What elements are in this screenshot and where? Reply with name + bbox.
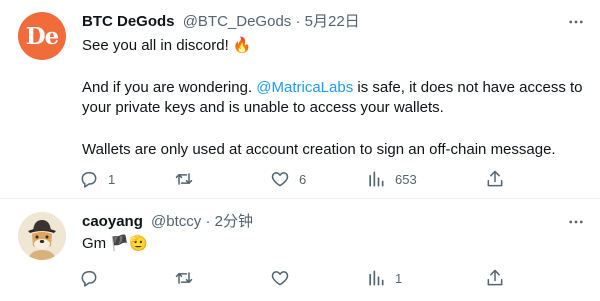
share-icon [478, 263, 512, 293]
retweet-button[interactable] [167, 164, 203, 194]
share-button[interactable] [478, 263, 512, 293]
action-bar: 1 [72, 263, 512, 293]
like-count: 6 [299, 171, 307, 187]
share-button[interactable] [478, 164, 512, 194]
tweet-line-2-pre: And if you are wondering. [82, 79, 257, 96]
tweet-line-2: And if you are wondering. @MatricaLabs i… [82, 78, 584, 118]
reply-icon [72, 164, 106, 194]
like-heart-icon [263, 164, 297, 194]
views-bar-icon [359, 164, 393, 194]
retweet-icon [167, 164, 201, 194]
reply-button[interactable]: 1 [72, 164, 115, 194]
action-bar: 1 6 653 [72, 164, 512, 194]
view-count: 1 [395, 270, 403, 286]
tweet-text: Gm 🏴🫡 [82, 234, 584, 254]
tweet-caoyang[interactable]: caoyang @btccy · 2分钟 Gm 🏴🫡 1 [0, 200, 600, 301]
avatar-logo-text: De [25, 22, 60, 50]
views-bar-icon [359, 263, 393, 293]
more-dots-icon[interactable] [566, 12, 586, 32]
retweet-button[interactable] [167, 263, 203, 293]
tweet-header: BTC DeGods @BTC_DeGods · 5月22日 [82, 12, 360, 32]
view-count: 653 [395, 171, 417, 187]
avatar-btc-degods[interactable]: De [18, 12, 66, 60]
tweet-btc-degods[interactable]: De BTC DeGods @BTC_DeGods · 5月22日 See yo… [0, 0, 600, 199]
reply-icon [72, 263, 106, 293]
separator-dot: · [295, 13, 301, 30]
display-name[interactable]: caoyang [82, 213, 143, 230]
retweet-icon [167, 263, 201, 293]
like-button[interactable] [263, 263, 299, 293]
display-name[interactable]: BTC DeGods [82, 13, 175, 30]
more-dots-icon[interactable] [566, 212, 586, 232]
timestamp[interactable]: 2分钟 [215, 213, 253, 230]
timestamp[interactable]: 5月22日 [305, 13, 360, 30]
user-handle[interactable]: @BTC_DeGods [183, 13, 292, 30]
share-icon [478, 164, 512, 194]
views-button[interactable]: 653 [359, 164, 417, 194]
views-button[interactable]: 1 [359, 263, 402, 293]
tweet-line-3: Wallets are only used at account creatio… [82, 141, 556, 158]
reply-count: 1 [108, 171, 116, 187]
like-heart-icon [263, 263, 297, 293]
tweet-header: caoyang @btccy · 2分钟 [82, 212, 253, 232]
separator-dot: · [205, 213, 211, 230]
user-handle[interactable]: @btccy [151, 213, 201, 230]
avatar-caoyang[interactable] [18, 212, 66, 260]
tweet-text: See you all in discord! 🔥 And if you are… [82, 36, 584, 160]
mention-link[interactable]: @MatricaLabs [256, 79, 353, 96]
tweet-line-1: Gm 🏴🫡 [82, 235, 148, 252]
like-button[interactable]: 6 [263, 164, 306, 194]
tweet-line-1: See you all in discord! 🔥 [82, 37, 252, 54]
reply-button[interactable] [72, 263, 108, 293]
